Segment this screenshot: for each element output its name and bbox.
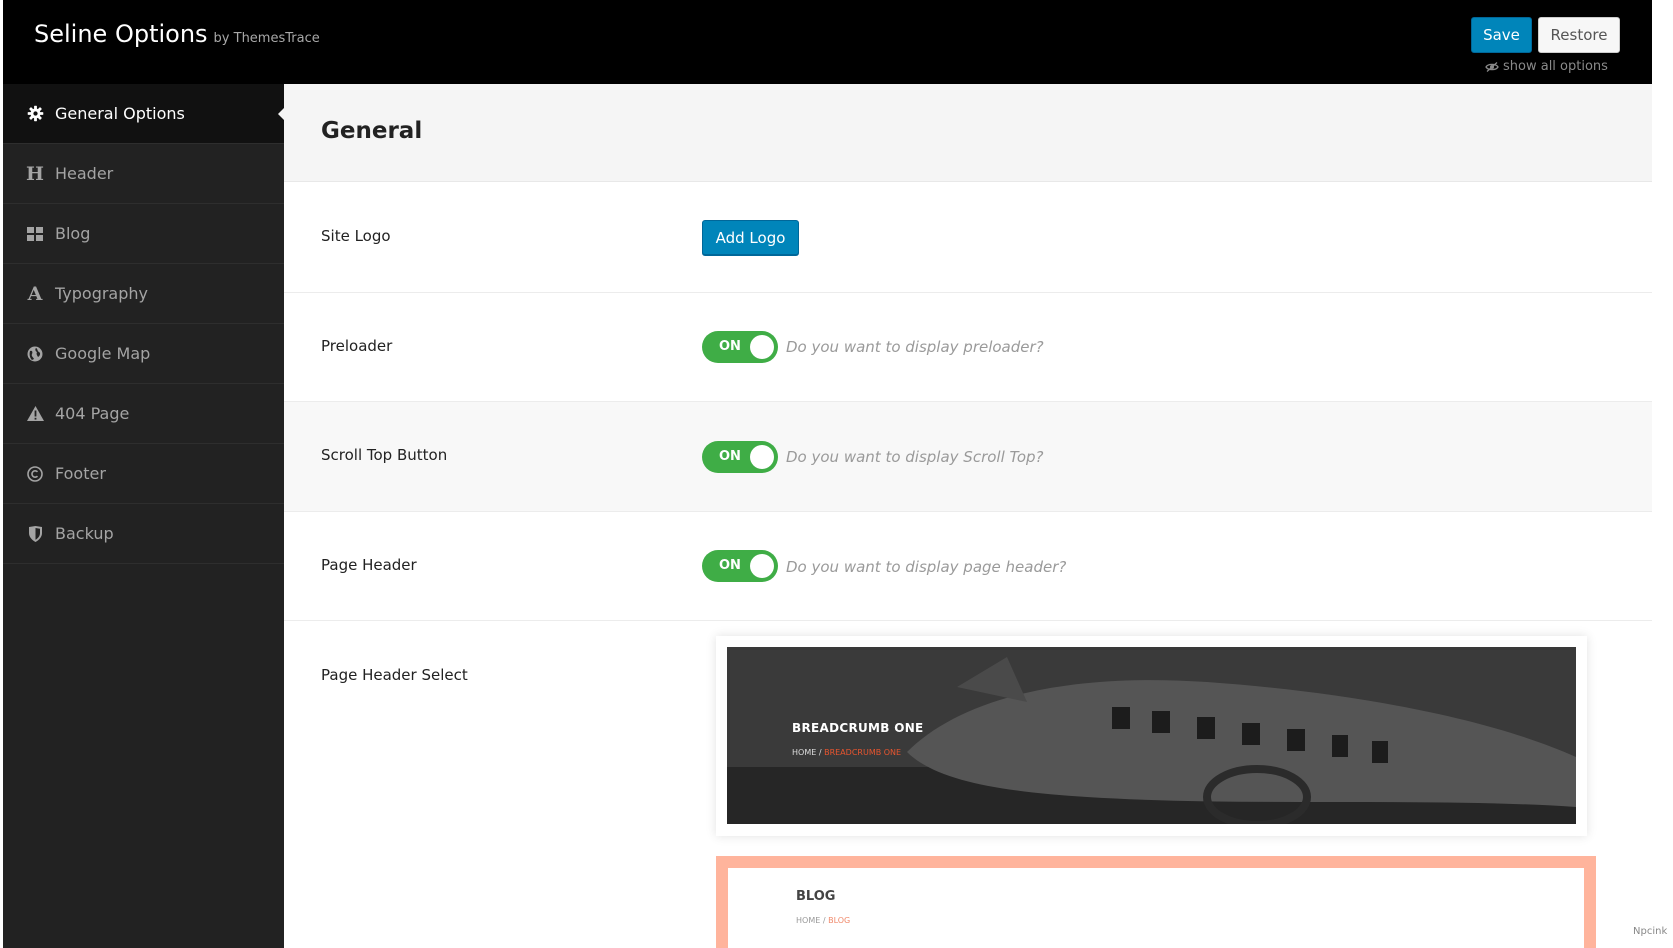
sidebar-item-label: General Options: [55, 104, 185, 123]
add-logo-button[interactable]: Add Logo: [702, 220, 799, 255]
preloader-row: Preloader ON Do you want to display prel…: [284, 293, 1652, 402]
copyright-icon: [25, 464, 45, 484]
sidebar-item-typography[interactable]: A Typography: [3, 264, 284, 324]
page-header-label: Page Header: [321, 556, 417, 574]
restore-button[interactable]: Restore: [1538, 17, 1620, 53]
sidebar-item-label: Header: [55, 164, 114, 183]
site-logo-row: Site Logo Add Logo: [284, 182, 1652, 293]
page-header-select-label: Page Header Select: [321, 666, 468, 684]
toggle-knob: [750, 554, 774, 578]
page-title: General: [321, 118, 423, 144]
sidebar-item-label: Footer: [55, 464, 106, 483]
globe-icon: [25, 344, 45, 364]
breadcrumb-home: HOME: [796, 916, 821, 925]
sidebar-item-header[interactable]: H Header: [3, 144, 284, 204]
header-preview-image: BREADCRUMB ONE HOME / BREADCRUMB ONE: [727, 647, 1576, 824]
main-content: General Site Logo Add Logo Preloader ON …: [284, 84, 1652, 948]
blog-preview-path: HOME / BLOG: [796, 916, 850, 925]
header-preview-blog: BLOG HOME / BLOG: [728, 868, 1584, 948]
scroll-top-row: Scroll Top Button ON Do you want to disp…: [284, 402, 1652, 512]
sidebar-item-backup[interactable]: Backup: [3, 504, 284, 564]
save-button[interactable]: Save: [1471, 17, 1532, 53]
page-header-description: Do you want to display page header?: [786, 558, 1067, 576]
scroll-top-label: Scroll Top Button: [321, 446, 448, 464]
toggle-knob: [750, 445, 774, 469]
breadcrumb-current: BREADCRUMB ONE: [824, 748, 902, 757]
scroll-top-toggle[interactable]: ON: [702, 441, 778, 473]
font-icon: A: [27, 282, 43, 305]
toggle-state: ON: [719, 339, 741, 354]
page-header-row: Page Header ON Do you want to display pa…: [284, 512, 1652, 621]
sidebar-item-label: Backup: [55, 524, 114, 543]
window-frame-right: [1652, 0, 1673, 948]
sidebar-item-general-options[interactable]: General Options: [3, 84, 284, 144]
grid-icon: [25, 224, 45, 244]
eye-icon: [1485, 62, 1499, 72]
sidebar: General Options H Header Blog A Typograp…: [3, 84, 284, 948]
sidebar-item-label: Blog: [55, 224, 91, 243]
section-header: General: [284, 84, 1652, 182]
sidebar-item-404-page[interactable]: 404 Page: [3, 384, 284, 444]
toggle-knob: [750, 335, 774, 359]
sidebar-item-label: Typography: [55, 284, 148, 303]
blog-preview-title: BLOG: [796, 889, 836, 904]
breadcrumb-path: HOME / BREADCRUMB ONE: [792, 748, 901, 757]
gear-icon: [25, 104, 45, 124]
app-author: by ThemesTrace: [213, 31, 320, 46]
preloader-label: Preloader: [321, 337, 393, 355]
page-header-toggle[interactable]: ON: [702, 550, 778, 582]
corner-watermark-text: Npcink: [1633, 926, 1668, 937]
preloader-toggle[interactable]: ON: [702, 331, 778, 363]
warning-icon: [25, 404, 45, 424]
site-logo-label: Site Logo: [321, 227, 391, 245]
scroll-top-description: Do you want to display Scroll Top?: [786, 448, 1044, 466]
breadcrumb-home: HOME: [792, 748, 817, 757]
toggle-state: ON: [719, 558, 741, 573]
sidebar-item-footer[interactable]: Footer: [3, 444, 284, 504]
breadcrumb-separator: /: [822, 916, 826, 925]
preloader-description: Do you want to display preloader?: [786, 338, 1044, 356]
show-all-options-label: show all options: [1503, 59, 1608, 74]
shield-icon: [25, 524, 45, 544]
show-all-options-link[interactable]: show all options: [1485, 59, 1608, 74]
app-title-text: Seline Options: [34, 20, 208, 48]
sidebar-item-google-map[interactable]: Google Map: [3, 324, 284, 384]
sidebar-item-blog[interactable]: Blog: [3, 204, 284, 264]
sidebar-item-label: Google Map: [55, 344, 151, 363]
app-title: Seline Options by ThemesTrace: [34, 20, 320, 48]
sidebar-item-label: 404 Page: [55, 404, 130, 423]
breadcrumb-current: BLOG: [828, 916, 851, 925]
top-bar: Seline Options by ThemesTrace Save Restor…: [3, 0, 1652, 84]
breadcrumb-title: BREADCRUMB ONE: [792, 721, 924, 735]
breadcrumb-separator: /: [818, 748, 822, 757]
header-style-option-blog-selected[interactable]: BLOG HOME / BLOG: [716, 856, 1596, 948]
heading-icon: H: [26, 162, 44, 185]
toggle-state: ON: [719, 449, 741, 464]
header-style-option-breadcrumb-one[interactable]: BREADCRUMB ONE HOME / BREADCRUMB ONE: [716, 636, 1587, 836]
